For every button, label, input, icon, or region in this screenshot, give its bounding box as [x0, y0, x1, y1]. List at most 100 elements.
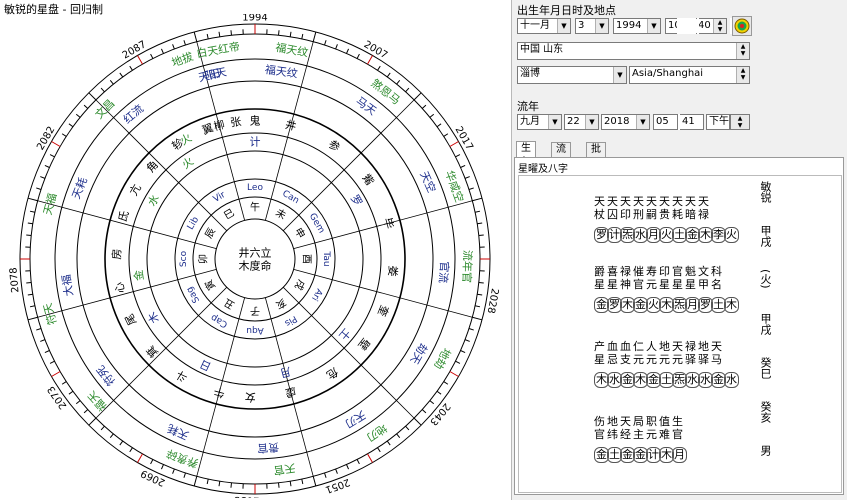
tick-mark [49, 360, 55, 364]
tick-mark [218, 481, 221, 487]
zodiac-sign-label: Vir [212, 190, 228, 205]
birth-year-select[interactable]: 1994 ▼ [613, 18, 661, 34]
birth-day-select[interactable]: 3 ▼ [575, 18, 609, 34]
planet-label: 日 [198, 357, 213, 373]
tab-birth-year[interactable]: 生年 [516, 141, 536, 168]
tick-mark [396, 79, 401, 85]
earthly-branch-label: 卯 [198, 254, 210, 264]
bazi-char: 囚 [607, 208, 618, 221]
year-label: 2028 [485, 287, 500, 314]
city-select[interactable]: 淄博 ▼ [517, 66, 627, 84]
tick-mark [413, 417, 422, 426]
bazi-char: 印 [620, 208, 631, 221]
lunar-mansion-label: 毕 [381, 216, 396, 230]
tick-mark [230, 482, 232, 488]
flow-minute-input[interactable]: 41 [679, 114, 704, 130]
bazi-char: 神 [620, 278, 631, 291]
tick-mark [429, 400, 435, 405]
tick-mark [137, 55, 143, 65]
bazi-char: 嗣 [646, 208, 657, 221]
birth-minute-input[interactable]: 40 ▲ ▼ [695, 18, 727, 34]
tick-mark [474, 210, 481, 213]
bazi-char: 禄 [698, 208, 709, 221]
earthly-branch-label: 子 [250, 305, 260, 317]
bazi-char: 主 [633, 428, 644, 441]
timezone-select[interactable]: Asia/Shanghai ▲ ▼ [629, 66, 750, 84]
year-label: 1994 [242, 14, 267, 24]
lunar-mansion-label: 心 [113, 281, 128, 294]
zodiac-sign-label: Ari [309, 287, 324, 303]
tick-mark [27, 293, 33, 296]
bazi-char: 元 [646, 353, 657, 366]
bazi-element: 水 [724, 372, 739, 388]
tick-mark [335, 44, 338, 50]
tick-mark [150, 53, 154, 59]
tick-mark [312, 476, 317, 487]
bazi-char: 元 [659, 353, 670, 366]
bazi-char: 驿 [698, 353, 709, 366]
year-label: 2087 [121, 39, 149, 61]
year-label: 2017 [453, 125, 475, 153]
tick-mark [36, 328, 42, 331]
tick-mark [26, 234, 32, 236]
tick-mark [477, 222, 483, 225]
lunar-mansion-label: 壁 [355, 336, 373, 353]
zodiac-sign-label: Lib [186, 215, 201, 232]
flow-ampm-select[interactable]: 下午 [706, 114, 730, 130]
tick-mark [377, 65, 381, 71]
second-star-label: 大福 [59, 274, 76, 298]
tick-mark [83, 104, 89, 109]
outer-star-label: 白天红帝 [195, 39, 241, 60]
tick-mark [478, 282, 484, 284]
province-select[interactable]: 中国 山东 ▲ ▼ [517, 42, 750, 60]
astrology-chart[interactable]: 1994200720172028204320512058206920732078… [0, 14, 510, 498]
second-star-label: 官流 [436, 261, 452, 284]
earthly-branch-label: 酉 [301, 254, 312, 264]
bazi-char: 刑 [633, 208, 644, 221]
tick-mark [436, 123, 442, 128]
tick-mark [367, 55, 373, 65]
bazi-char: 星 [685, 278, 696, 291]
zodiac-sign-label: Pis [282, 313, 298, 328]
center-text: 木度命 [239, 259, 272, 273]
birth-month-select[interactable]: 十一月 ▼ [517, 18, 571, 34]
lunar-mansion-label: 女 [244, 390, 255, 404]
tick-mark [49, 154, 55, 158]
outer-star-label: 福天纹 [274, 40, 309, 60]
birth-section-label: 出生年月日时及地点 [517, 4, 616, 17]
planet-label: 水 [145, 192, 162, 208]
sector-divider [95, 287, 227, 419]
tick-mark [44, 164, 50, 168]
bazi-char: 纬 [607, 428, 618, 441]
tick-mark [468, 328, 474, 331]
tab-notes[interactable]: 批注 [586, 142, 606, 169]
earthly-branch-label: 午 [250, 201, 260, 214]
flow-hour-input[interactable]: 05 [653, 114, 678, 130]
lunar-mansion-label: 奎 [375, 303, 392, 318]
tick-mark [377, 447, 381, 453]
tick-mark [324, 40, 327, 46]
tick-mark [443, 133, 449, 137]
chart-wheel-icon[interactable] [732, 16, 752, 36]
tick-mark [29, 210, 36, 213]
earthly-branch-label: 申 [292, 225, 308, 240]
tick-mark [193, 31, 198, 42]
year-label: 2073 [46, 384, 70, 411]
tick-mark [460, 350, 466, 354]
bazi-element: 月 [672, 447, 687, 463]
bazi-char: 官 [594, 428, 605, 441]
bazi-char: 杖 [594, 208, 605, 221]
control-pane: 出生年月日时及地点 十一月 ▼ 3 ▼ 1994 ▼ 10 40 ▲ ▼ 中国 山东 ▲ ▼ … [514, 0, 847, 500]
flow-month-select[interactable]: 九月 ▼ [517, 114, 562, 130]
flow-year-select[interactable]: 2018 ▼ [601, 114, 650, 130]
bazi-char: 经 [620, 428, 631, 441]
tick-mark [27, 316, 38, 321]
flow-time-spinner[interactable]: ▲ ▼ [730, 114, 750, 130]
flow-day-select[interactable]: 22 ▼ [564, 114, 599, 130]
tick-mark [193, 476, 198, 487]
tick-mark [61, 381, 67, 385]
outer-star-label: 流年官 [460, 250, 475, 283]
second-star-label: 贵官 [257, 440, 280, 456]
tick-mark [129, 65, 133, 71]
tab-flow-year[interactable]: 流年 [551, 142, 571, 169]
